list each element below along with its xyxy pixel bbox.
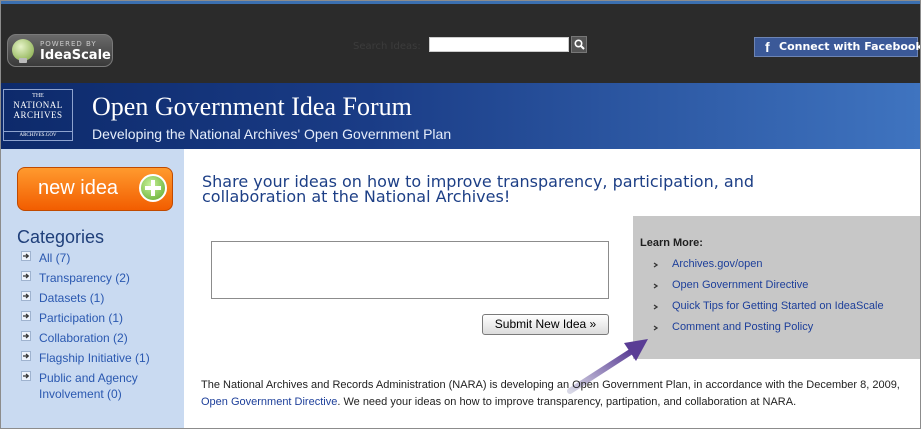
ideascale-logo[interactable]: POWERED BY IdeaScale bbox=[7, 34, 113, 67]
category-label: Flagship Initiative (1) bbox=[39, 351, 150, 365]
facebook-f-icon: f bbox=[765, 39, 770, 55]
arrow-right-icon bbox=[21, 331, 31, 341]
logo-line-the: THE bbox=[32, 93, 44, 99]
arrow-right-icon bbox=[21, 371, 31, 381]
national-archives-logo[interactable]: THE NATIONAL ARCHIVES ARCHIVES.GOV bbox=[3, 89, 73, 141]
arrow-right-icon bbox=[21, 351, 31, 361]
banner: THE NATIONAL ARCHIVES ARCHIVES.GOV Open G… bbox=[1, 83, 920, 149]
categories-heading: Categories bbox=[17, 227, 105, 247]
search-input[interactable] bbox=[429, 37, 569, 52]
link-label: Comment and Posting Policy bbox=[672, 321, 814, 333]
category-item-public-agency-involvement[interactable]: Public and Agency Involvement (0) bbox=[21, 370, 183, 404]
page-title: Open Government Idea Forum bbox=[92, 92, 412, 121]
arrow-right-icon bbox=[21, 311, 31, 321]
page-frame: POWERED BY IdeaScale Search Ideas: f Con… bbox=[0, 0, 921, 429]
new-idea-label: new idea bbox=[38, 177, 119, 199]
link-label: Quick Tips for Getting Started on IdeaSc… bbox=[672, 300, 884, 312]
top-bar: POWERED BY IdeaScale Search Ideas: f Con… bbox=[1, 1, 920, 83]
learn-more-heading: Learn More: bbox=[640, 237, 703, 249]
logo-line-name: NATIONAL ARCHIVES bbox=[13, 100, 63, 120]
powered-by-text: POWERED BY bbox=[40, 40, 97, 48]
link-label: Archives.gov/open bbox=[672, 258, 763, 270]
arrow-right-icon bbox=[21, 271, 31, 281]
category-item-all[interactable]: All (7) bbox=[21, 250, 183, 270]
chevron-right-icon bbox=[653, 262, 659, 268]
category-label: Transparency (2) bbox=[39, 271, 130, 285]
new-idea-textarea[interactable] bbox=[211, 241, 609, 299]
category-label: Public and Agency Involvement (0) bbox=[39, 371, 138, 401]
category-label: Datasets (1) bbox=[39, 291, 105, 305]
arrow-right-icon bbox=[21, 291, 31, 301]
magnifier-icon bbox=[574, 39, 585, 50]
category-label: Participation (1) bbox=[39, 311, 124, 325]
sidebar: new idea Categories All (7) Transparency… bbox=[1, 149, 184, 428]
category-label: Collaboration (2) bbox=[39, 331, 128, 345]
category-item-collaboration[interactable]: Collaboration (2) bbox=[21, 330, 183, 350]
connect-facebook-label: Connect with Facebook bbox=[779, 40, 921, 53]
link-label: Open Government Directive bbox=[672, 279, 809, 291]
page-subtitle: Developing the National Archives' Open G… bbox=[92, 126, 452, 142]
headline: Share your ideas on how to improve trans… bbox=[202, 172, 754, 206]
category-item-flagship-initiative[interactable]: Flagship Initiative (1) bbox=[21, 350, 183, 370]
ideascale-brand: IdeaScale bbox=[40, 48, 111, 63]
open-government-directive-link[interactable]: Open Government Directive bbox=[201, 396, 337, 408]
search-label: Search Ideas: bbox=[353, 41, 421, 52]
plus-circle-icon bbox=[139, 174, 167, 202]
logo-line-url: ARCHIVES.GOV bbox=[4, 131, 72, 138]
intro-text-1: The National Archives and Records Admini… bbox=[201, 379, 900, 391]
category-list: All (7) Transparency (2) Datasets (1) Pa… bbox=[21, 250, 183, 404]
search-button[interactable] bbox=[571, 36, 587, 53]
arrow-right-icon bbox=[21, 251, 31, 261]
category-item-datasets[interactable]: Datasets (1) bbox=[21, 290, 183, 310]
intro-paragraph: The National Archives and Records Admini… bbox=[201, 377, 919, 411]
chevron-right-icon bbox=[653, 304, 659, 310]
category-item-participation[interactable]: Participation (1) bbox=[21, 310, 183, 330]
category-item-transparency[interactable]: Transparency (2) bbox=[21, 270, 183, 290]
new-idea-button[interactable]: new idea bbox=[17, 167, 173, 211]
connect-facebook-button[interactable]: f Connect with Facebook bbox=[754, 37, 921, 57]
lightbulb-icon bbox=[12, 39, 34, 63]
category-label: All (7) bbox=[39, 251, 71, 265]
chevron-right-icon bbox=[653, 283, 659, 289]
intro-text-2: . We need your ideas on how to improve t… bbox=[337, 396, 797, 408]
learn-more-panel: Learn More: Archives.gov/open Open Gover… bbox=[633, 216, 920, 359]
